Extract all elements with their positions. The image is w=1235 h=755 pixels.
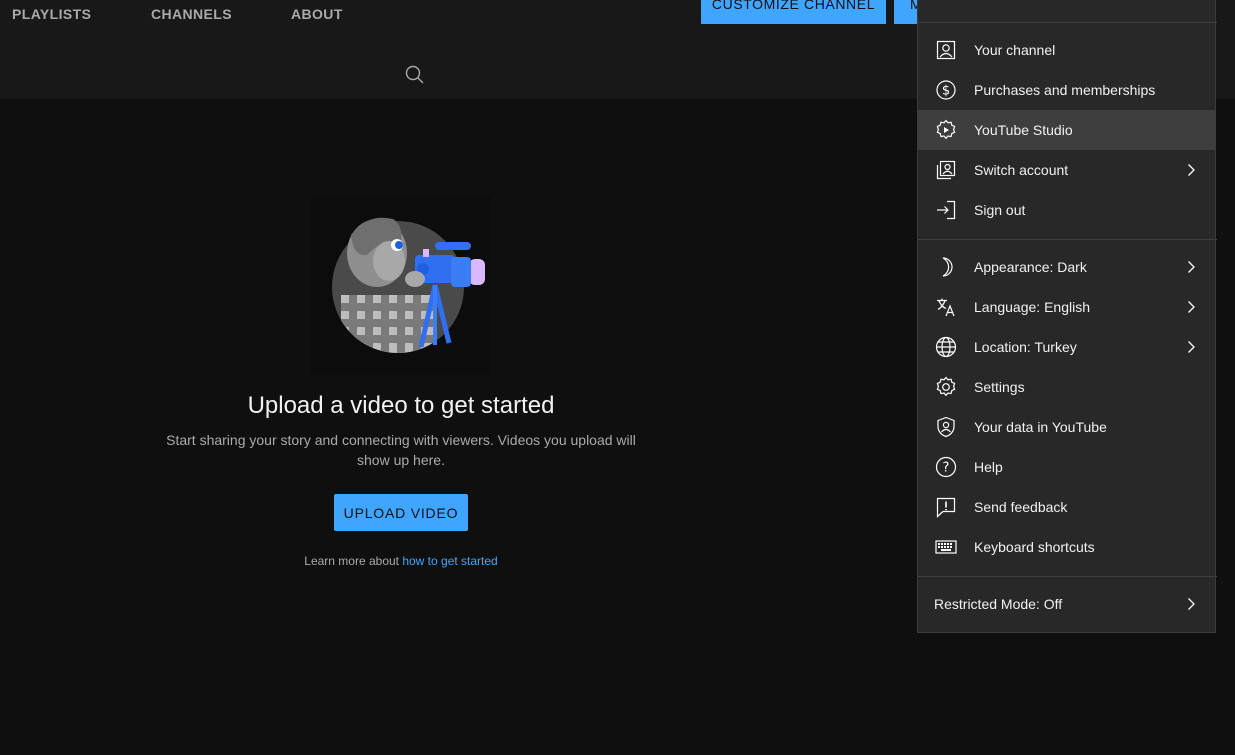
keyboard-icon [934, 535, 958, 559]
translate-icon [934, 295, 958, 319]
menu-divider [918, 576, 1217, 577]
menu-item-purchases[interactable]: $ Purchases and memberships [918, 70, 1215, 110]
menu-item-sign-out[interactable]: Sign out [918, 190, 1215, 230]
shield-person-icon [934, 415, 958, 439]
menu-divider [918, 239, 1217, 240]
upload-video-button[interactable]: UPLOAD VIDEO [334, 494, 468, 531]
moon-icon [934, 255, 958, 279]
menu-item-label: Sign out [974, 202, 1026, 218]
empty-state-title: Upload a video to get started [247, 392, 555, 419]
empty-state-description: Start sharing your story and connecting … [166, 432, 636, 468]
camera-person-illustration [311, 195, 491, 375]
tab-channels[interactable]: CHANNELS [151, 0, 232, 28]
menu-item-label: Your data in YouTube [974, 419, 1107, 435]
svg-text:$: $ [942, 84, 950, 99]
menu-item-youtube-studio[interactable]: YouTube Studio [918, 110, 1215, 150]
menu-divider [918, 22, 1217, 23]
menu-item-label: Restricted Mode: Off [934, 596, 1063, 612]
studio-gear-icon [934, 118, 958, 142]
chevron-right-icon [1179, 335, 1203, 359]
menu-item-language[interactable]: Language: English [918, 287, 1215, 327]
person-icon [934, 38, 958, 62]
learn-more-prefix: Learn more about [304, 554, 403, 568]
menu-item-label: Send feedback [974, 499, 1068, 515]
gear-icon [934, 375, 958, 399]
chevron-right-icon [1179, 295, 1203, 319]
menu-item-label: Keyboard shortcuts [974, 539, 1095, 555]
learn-more-text: Learn more about how to get started [0, 554, 802, 568]
search-icon[interactable] [404, 64, 426, 86]
menu-item-location[interactable]: Location: Turkey [918, 327, 1215, 367]
tab-about[interactable]: ABOUT [291, 0, 343, 28]
account-menu: Your channel $ Purchases and memberships… [917, 0, 1217, 633]
menu-item-label: Language: English [974, 299, 1090, 315]
menu-item-your-channel[interactable]: Your channel [918, 30, 1215, 70]
menu-item-label: Appearance: Dark [974, 259, 1087, 275]
customize-channel-button[interactable]: CUSTOMIZE CHANNEL [701, 0, 886, 24]
chevron-right-icon [1179, 158, 1203, 182]
menu-item-label: Location: Turkey [974, 339, 1077, 355]
svg-text:?: ? [943, 461, 950, 476]
menu-item-switch-account[interactable]: Switch account [918, 150, 1215, 190]
globe-icon [934, 335, 958, 359]
chevron-right-icon [1179, 592, 1203, 616]
manage-google-account-link[interactable] [986, 0, 990, 4]
menu-item-label: YouTube Studio [974, 122, 1073, 138]
feedback-icon [934, 495, 958, 519]
chevron-right-icon [1179, 255, 1203, 279]
switch-account-icon [934, 158, 958, 182]
tab-playlists[interactable]: PLAYLISTS [12, 0, 91, 28]
menu-item-keyboard-shortcuts[interactable]: Keyboard shortcuts [918, 527, 1215, 567]
sign-out-icon [934, 198, 958, 222]
menu-item-label: Settings [974, 379, 1025, 395]
menu-item-appearance[interactable]: Appearance: Dark [918, 247, 1215, 287]
menu-item-your-data[interactable]: Your data in YouTube [918, 407, 1215, 447]
menu-item-label: Help [974, 459, 1003, 475]
channel-page: CUSTOMIZE CHANNEL M PLAYLISTS CHANNELS A… [0, 0, 1235, 755]
menu-header [918, 0, 1217, 22]
dollar-icon: $ [934, 78, 958, 102]
menu-item-send-feedback[interactable]: Send feedback [918, 487, 1215, 527]
menu-item-restricted-mode[interactable]: Restricted Mode: Off [918, 584, 1215, 624]
menu-item-label: Switch account [974, 162, 1069, 178]
menu-item-settings[interactable]: Settings [918, 367, 1215, 407]
menu-item-help[interactable]: ? Help [918, 447, 1215, 487]
menu-item-label: Your channel [974, 42, 1056, 58]
menu-item-label: Purchases and memberships [974, 82, 1156, 98]
help-icon: ? [934, 455, 958, 479]
how-to-get-started-link[interactable]: how to get started [402, 554, 497, 568]
